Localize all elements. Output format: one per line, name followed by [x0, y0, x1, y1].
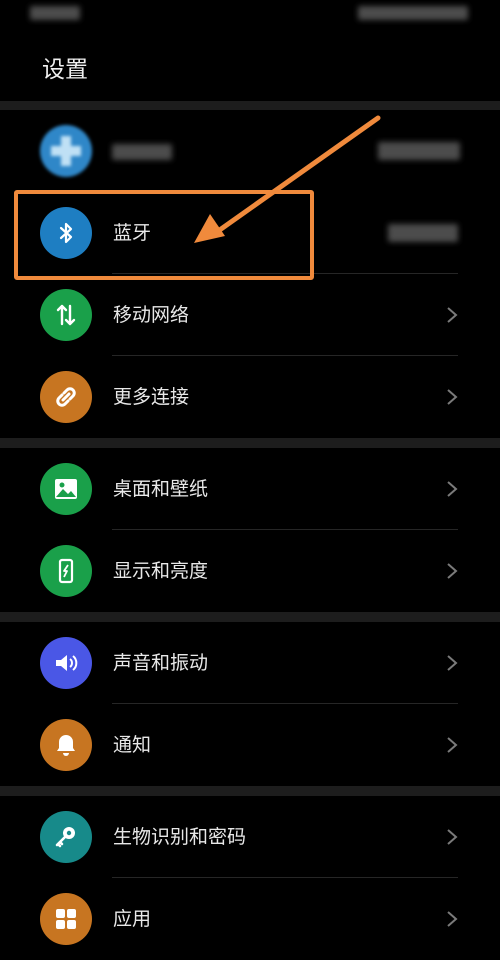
chevron-right-icon — [447, 389, 458, 405]
link-icon — [40, 371, 92, 423]
account-row[interactable] — [0, 110, 500, 192]
speaker-icon — [40, 637, 92, 689]
chevron-right-icon — [447, 911, 458, 927]
group-separator — [0, 438, 500, 448]
display-label: 显示和亮度 — [113, 560, 209, 582]
status-bar — [0, 0, 500, 30]
account-name-blurred — [112, 144, 172, 160]
chevron-right-icon — [447, 307, 458, 323]
bluetooth-status-blurred — [388, 224, 458, 242]
status-icons-blurred — [358, 6, 468, 20]
sidebar-item-more-connections[interactable]: 更多连接 — [0, 356, 500, 438]
sidebar-item-wallpaper[interactable]: 桌面和壁纸 — [0, 448, 500, 530]
sidebar-item-biometrics[interactable]: 生物识别和密码 — [0, 796, 500, 878]
chevron-right-icon — [447, 737, 458, 753]
key-icon — [40, 811, 92, 863]
account-detail-blurred — [378, 142, 460, 160]
biometrics-label: 生物识别和密码 — [113, 826, 247, 848]
phone-brightness-icon — [40, 545, 92, 597]
image-icon — [40, 463, 92, 515]
apps-grid-icon — [40, 893, 92, 945]
sidebar-item-mobile-network[interactable]: 移动网络 — [0, 274, 500, 356]
chevron-right-icon — [447, 563, 458, 579]
sidebar-item-apps[interactable]: 应用 — [0, 878, 500, 960]
user-avatar — [40, 125, 92, 177]
chevron-right-icon — [447, 829, 458, 845]
notifications-label: 通知 — [113, 734, 152, 756]
apps-label: 应用 — [113, 908, 152, 930]
bell-icon — [40, 719, 92, 771]
sound-label: 声音和振动 — [113, 652, 209, 674]
page-title: 设置 — [42, 57, 88, 83]
sidebar-item-notifications[interactable]: 通知 — [0, 704, 500, 786]
status-time-blurred — [30, 6, 80, 20]
sidebar-item-display[interactable]: 显示和亮度 — [0, 530, 500, 612]
group-separator — [0, 612, 500, 622]
sidebar-item-sound[interactable]: 声音和振动 — [0, 622, 500, 704]
more-connections-label: 更多连接 — [113, 386, 190, 408]
group-separator — [0, 101, 500, 110]
chevron-right-icon — [447, 655, 458, 671]
mobile-data-icon — [40, 289, 92, 341]
avatar-placeholder-icon — [51, 136, 81, 166]
mobile-network-label: 移动网络 — [113, 304, 190, 326]
group-separator — [0, 786, 500, 796]
chevron-right-icon — [447, 481, 458, 497]
bluetooth-highlight-box — [14, 190, 314, 280]
wallpaper-label: 桌面和壁纸 — [113, 478, 209, 500]
